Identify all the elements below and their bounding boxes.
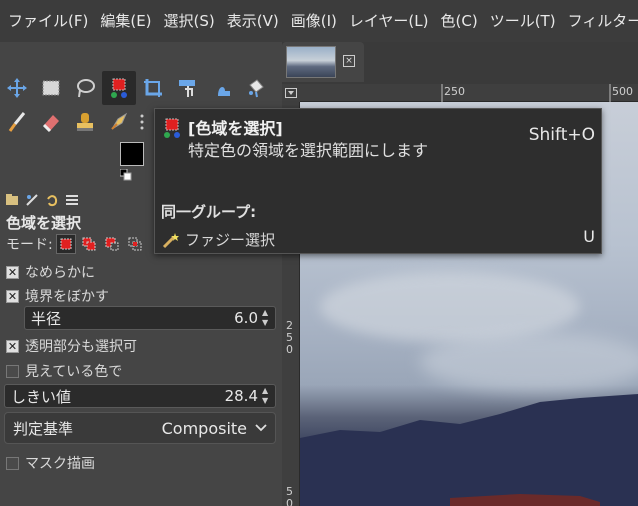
- criterion-select[interactable]: 判定基準 Composite: [4, 412, 276, 444]
- images-tab-icon[interactable]: [63, 191, 81, 209]
- tooltip-group-label: 同一グループ:: [161, 203, 257, 221]
- antialias-checkbox[interactable]: ✕: [6, 265, 19, 279]
- draw-mask-checkbox[interactable]: [6, 456, 19, 470]
- feather-label: 境界をぼかす: [25, 289, 109, 305]
- radius-label: 半径: [31, 309, 62, 328]
- criterion-value[interactable]: Composite: [162, 419, 247, 438]
- sample-merged-option[interactable]: 見えている色で: [6, 361, 122, 381]
- menu-file[interactable]: ファイル(F): [0, 0, 94, 42]
- tool-options-title: 色域を選択: [6, 214, 82, 232]
- menu-edit[interactable]: 編集(E): [94, 0, 157, 42]
- ruler-label: 2 5 0: [286, 319, 293, 356]
- spinner-arrows-icon[interactable]: ▲ ▼: [262, 386, 272, 406]
- sample-merged-checkbox[interactable]: [6, 364, 19, 378]
- dock-tabs: [0, 188, 83, 212]
- mode-label: モード:: [6, 237, 53, 253]
- antialias-option[interactable]: ✕ なめらかに: [6, 262, 95, 282]
- sample-merged-label: 見えている色で: [25, 364, 123, 380]
- toolbox-row: [0, 104, 148, 140]
- close-icon[interactable]: ×: [343, 55, 355, 67]
- tooltip-group-item: ファジー選択: [161, 229, 275, 250]
- tool-options-tab-icon[interactable]: [3, 191, 21, 209]
- feather-option[interactable]: ✕ 境界をぼかす: [6, 286, 109, 306]
- menu-filters[interactable]: フィルター(R): [562, 0, 638, 42]
- undo-history-tab-icon[interactable]: [43, 191, 61, 209]
- warp-transform-icon[interactable]: [204, 71, 238, 105]
- quick-mask-icon[interactable]: [282, 84, 300, 102]
- criterion-label: 判定基準: [13, 419, 74, 438]
- bucket-fill-icon[interactable]: [238, 71, 272, 105]
- free-select-icon[interactable]: [68, 71, 102, 105]
- smudge-icon[interactable]: [102, 105, 136, 139]
- menu-view[interactable]: 表示(V): [221, 0, 285, 42]
- threshold-value[interactable]: 28.4: [225, 387, 262, 405]
- antialias-label: なめらかに: [25, 265, 95, 281]
- menu-colors[interactable]: 色(C): [435, 0, 484, 42]
- image-thumbnail[interactable]: [286, 46, 336, 78]
- tooltip-title: [色域を選択]: [188, 119, 283, 138]
- threshold-label: しきい値: [11, 387, 72, 406]
- rect-select-icon[interactable]: [34, 71, 68, 105]
- crop-icon[interactable]: [136, 71, 170, 105]
- mode-subtract-icon[interactable]: [102, 234, 122, 254]
- menu-bar: ファイル(F) 編集(E) 選択(S) 表示(V) 画像(I) レイヤー(L) …: [0, 0, 638, 42]
- ruler-label: 5 0: [286, 485, 293, 506]
- fuzzy-select-icon: [162, 232, 179, 248]
- mode-add-icon[interactable]: [79, 234, 99, 254]
- draw-mask-option[interactable]: マスク描画: [6, 453, 95, 473]
- clone-icon[interactable]: [68, 105, 102, 139]
- menu-tools[interactable]: ツール(T): [484, 0, 562, 42]
- draw-mask-label: マスク描画: [25, 456, 95, 472]
- more-tools-icon[interactable]: [136, 105, 148, 139]
- chevron-down-icon: [255, 424, 267, 432]
- paintbrush-icon[interactable]: [0, 105, 34, 139]
- mode-row: モード:: [6, 234, 145, 254]
- select-by-color-icon: [161, 117, 183, 143]
- mode-replace-icon[interactable]: [55, 234, 76, 254]
- device-status-tab-icon[interactable]: [23, 191, 41, 209]
- horizontal-ruler[interactable]: 250 500: [300, 84, 638, 102]
- menu-layer[interactable]: レイヤー(L): [343, 0, 435, 42]
- tooltip-description: 特定色の領域を選択範囲にします: [188, 141, 429, 160]
- feather-checkbox[interactable]: ✕: [6, 289, 19, 303]
- tooltip-group-item-label: ファジー選択: [185, 231, 276, 249]
- radius-value[interactable]: 6.0: [234, 309, 262, 327]
- tool-tooltip: [色域を選択] 特定色の領域を選択範囲にします Shift+O 同一グループ: …: [154, 108, 602, 254]
- tooltip-group-item-key: U: [583, 227, 595, 246]
- select-by-color-icon[interactable]: [102, 71, 136, 105]
- transparent-label: 透明部分も選択可: [25, 339, 137, 355]
- move-tool-icon[interactable]: [0, 71, 34, 105]
- threshold-spinner[interactable]: しきい値 28.4 ▲ ▼: [4, 384, 276, 408]
- eraser-icon[interactable]: [34, 105, 68, 139]
- mode-intersect-icon[interactable]: [125, 234, 145, 254]
- menu-image[interactable]: 画像(I): [285, 0, 343, 42]
- spinner-arrows-icon[interactable]: ▲ ▼: [262, 308, 272, 328]
- foreground-color[interactable]: [120, 142, 144, 166]
- transparent-checkbox[interactable]: ✕: [6, 339, 19, 353]
- transparent-option[interactable]: ✕ 透明部分も選択可: [6, 336, 137, 356]
- tooltip-shortcut: Shift+O: [528, 125, 595, 145]
- unified-transform-icon[interactable]: [170, 71, 204, 105]
- menu-select[interactable]: 選択(S): [158, 0, 221, 42]
- toolbox-row: [0, 70, 272, 106]
- reset-colors-icon[interactable]: [119, 166, 132, 185]
- radius-spinner[interactable]: 半径 6.0 ▲ ▼: [24, 306, 276, 330]
